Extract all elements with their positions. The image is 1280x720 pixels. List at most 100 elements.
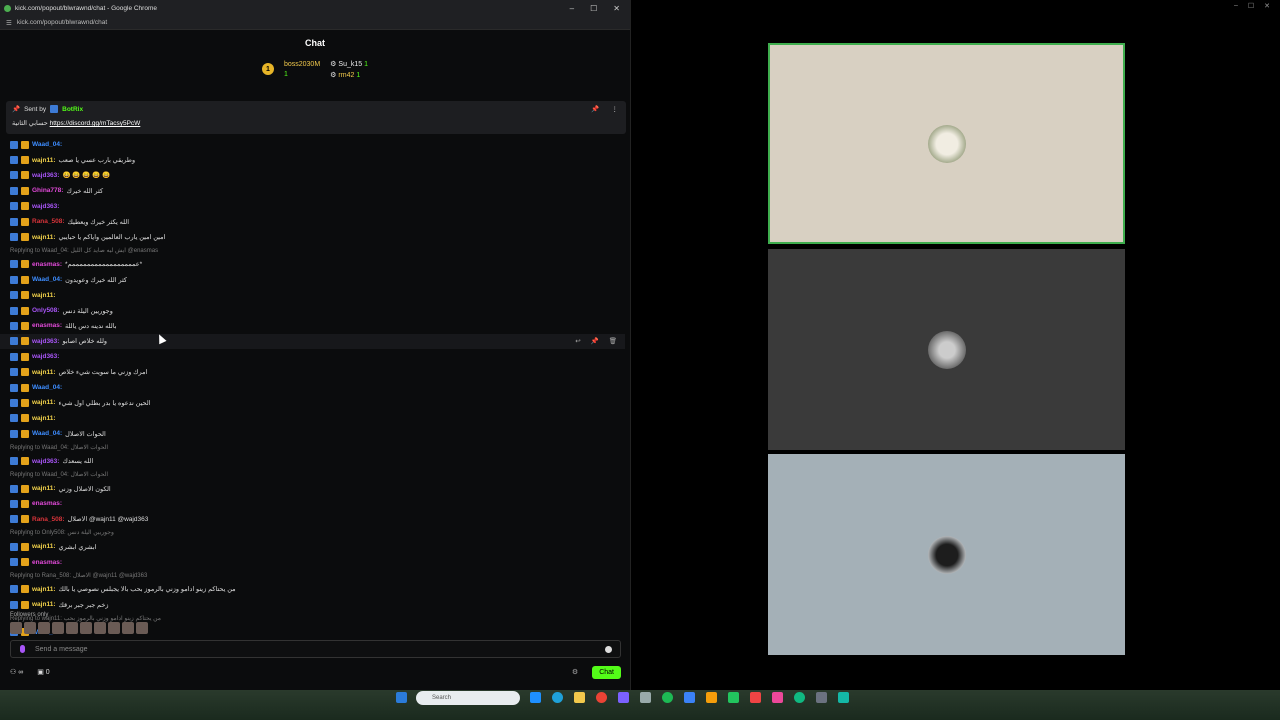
emoji-icon[interactable]	[605, 645, 612, 653]
chat-message[interactable]: Waad_04: كثر الله خيرك وعويدون	[10, 272, 625, 287]
message-username[interactable]: Waad_04:	[32, 141, 62, 148]
chat-message[interactable]: wajd363: ولله خلاص اصابو ↩ 📌 🗑	[0, 333, 625, 350]
message-username[interactable]: wajn11:	[32, 601, 55, 608]
chat-message[interactable]: wajd363: 😄 😄 😄 😄 😄	[10, 168, 625, 183]
reply-context[interactable]: Replying to Rana_508: الاصلال @wajn11 @w…	[10, 570, 625, 582]
xbox-icon[interactable]	[794, 692, 805, 703]
app-icon[interactable]	[750, 692, 761, 703]
message-username[interactable]: enasmas:	[32, 322, 62, 329]
leader-name[interactable]: boss2030M	[284, 61, 320, 68]
chat-message[interactable]: wajn11: ابشري ابشري	[10, 539, 625, 554]
emote[interactable]	[52, 622, 64, 634]
chat-message[interactable]: wajd363:	[10, 199, 625, 214]
app-icon[interactable]	[838, 692, 849, 703]
chat-message[interactable]: wajn11: الكون الاصلال وزني	[10, 481, 625, 496]
chrome-icon[interactable]	[596, 692, 607, 703]
message-username[interactable]: wajd363:	[32, 203, 59, 210]
close-button[interactable]: ✕	[613, 4, 620, 13]
message-username[interactable]: Waad_04:	[32, 430, 62, 437]
message-username[interactable]: wajn11:	[32, 234, 55, 241]
chat-message[interactable]: wajn11: امين امين يارب العالمين واياكم يا…	[10, 229, 625, 244]
message-username[interactable]: enasmas:	[32, 261, 62, 268]
reply-context[interactable]: Replying to Waad_04: الحوات الاصلال	[10, 469, 625, 481]
chat-message[interactable]: Only508: وجوريين اليلة دنس	[10, 303, 625, 318]
maximize-button[interactable]: ☐	[1248, 2, 1254, 10]
leader-name[interactable]: rm42	[338, 72, 354, 79]
close-button[interactable]: ✕	[1264, 2, 1270, 10]
taskbar-search[interactable]: Search	[416, 691, 520, 705]
app-icon[interactable]	[530, 692, 541, 703]
message-username[interactable]: Rana_508:	[32, 516, 65, 523]
leader-name[interactable]: Su_k15	[338, 61, 362, 68]
message-username[interactable]: enasmas:	[32, 559, 62, 566]
message-username[interactable]: wajn11:	[32, 543, 55, 550]
maximize-button[interactable]: ☐	[590, 4, 597, 13]
minimize-button[interactable]: –	[570, 4, 574, 13]
message-username[interactable]: wajd363:	[32, 172, 59, 179]
message-username[interactable]: wajd363:	[32, 338, 59, 345]
chat-message[interactable]: wajn11: من يحتاكم زينو ادامو وزني بالرموز…	[10, 582, 625, 597]
message-username[interactable]: Only508:	[32, 307, 59, 314]
emote[interactable]	[108, 622, 120, 634]
message-username[interactable]: wajn11:	[32, 292, 55, 299]
reply-icon[interactable]: ↩	[575, 337, 580, 345]
folder-icon[interactable]	[574, 692, 585, 703]
send-chat-button[interactable]: Chat	[592, 665, 621, 679]
app-icon[interactable]	[706, 692, 717, 703]
chat-message[interactable]: Waad_04:	[10, 380, 625, 395]
chat-message[interactable]: wajn11: وطريقي بارب عسي يا صعب	[10, 152, 625, 167]
delete-icon[interactable]: 🗑	[609, 337, 617, 345]
pin-icon[interactable]: 📌	[591, 337, 599, 345]
message-username[interactable]: wajn11:	[32, 369, 55, 376]
chat-message[interactable]: Waad_04:	[10, 137, 625, 152]
chat-message[interactable]: enasmas: بالله ندينه دس ياللة	[10, 318, 625, 333]
app-icon[interactable]	[728, 692, 739, 703]
unpin-icon[interactable]: 📌	[591, 105, 599, 113]
reply-context[interactable]: Replying to Waad_04: الحوات الاصلال	[10, 441, 625, 453]
spotify-icon[interactable]	[662, 692, 673, 703]
message-username[interactable]: wajn11:	[32, 586, 55, 593]
emote[interactable]	[80, 622, 92, 634]
chat-message[interactable]: wajn11:	[10, 288, 625, 303]
chat-message[interactable]: wajn11: زخم جبر جبر برقك	[10, 597, 625, 612]
emote[interactable]	[122, 622, 134, 634]
chat-message[interactable]: wajd363:	[10, 349, 625, 364]
settings-icon[interactable]: ⚙	[572, 668, 578, 676]
chat-message[interactable]: enasmas:	[10, 554, 625, 569]
chat-message[interactable]: Rana_508: الاصلال @wajn11 @wajd363	[10, 512, 625, 527]
message-username[interactable]: wajn11:	[32, 415, 55, 422]
start-icon[interactable]	[396, 692, 407, 703]
reply-context[interactable]: Replying to Only508: وجوريين اليلة دنس	[10, 527, 625, 539]
chat-message[interactable]: Ghina778: كثر الله خيرك	[10, 183, 625, 198]
participant-tile[interactable]	[768, 454, 1125, 655]
message-username[interactable]: wajd363:	[32, 458, 59, 465]
message-username[interactable]: enasmas:	[32, 500, 62, 507]
message-username[interactable]: wajn11:	[32, 399, 55, 406]
pinned-message[interactable]: 📌 Sent by BotRix حسابي الثانية https://d…	[6, 101, 626, 134]
address-bar[interactable]: ☰ kick.com/popout/blwrawnd/chat	[0, 16, 630, 30]
chat-message[interactable]: Waad_04: الحوات الاصلال	[10, 426, 625, 441]
pinned-link[interactable]: https://discord.gg/mTacsy5PcW	[50, 120, 141, 127]
pinned-sender[interactable]: BotRix	[62, 106, 83, 113]
participant-tile[interactable]	[768, 249, 1125, 450]
message-username[interactable]: Waad_04:	[32, 276, 62, 283]
message-username[interactable]: wajd363:	[32, 353, 59, 360]
message-username[interactable]: Ghina778:	[32, 187, 63, 194]
minimize-button[interactable]: –	[1234, 2, 1238, 10]
chat-message[interactable]: Rana_508: الله يكثر خيرك ويعطيك	[10, 214, 625, 229]
message-list[interactable]: Waad_04: wajn11: وطريقي بارب عسي يا صعب waj…	[0, 137, 625, 640]
emote[interactable]	[38, 622, 50, 634]
chat-message[interactable]: enasmas: *عمممممممممممممممممم*	[10, 257, 625, 272]
message-input[interactable]: Send a message	[10, 640, 621, 658]
chat-message[interactable]: wajn11: الحين ندعوه يا بدر بطلي اول شيء	[10, 395, 625, 410]
app-icon[interactable]	[772, 692, 783, 703]
app-icon[interactable]	[618, 692, 629, 703]
message-username[interactable]: wajn11:	[32, 157, 55, 164]
message-username[interactable]: wajn11:	[32, 485, 55, 492]
chat-message[interactable]: wajn11: امرك وزني ما سويت شيء خلاص	[10, 364, 625, 379]
site-info-icon[interactable]: ☰	[6, 19, 12, 27]
steam-icon[interactable]	[640, 692, 651, 703]
mic-icon[interactable]	[20, 645, 25, 653]
app-icon[interactable]	[684, 692, 695, 703]
chat-message[interactable]: enasmas:	[10, 496, 625, 511]
